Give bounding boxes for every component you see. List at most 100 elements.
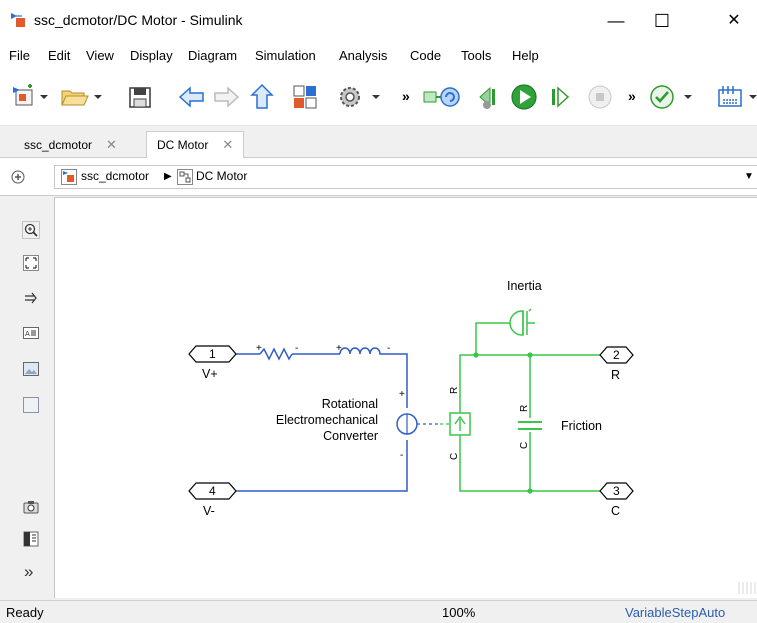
menu-simulation[interactable]: Simulation — [255, 48, 316, 63]
menu-file[interactable]: File — [9, 48, 30, 63]
new-model-icon[interactable] — [10, 82, 56, 112]
model-settings-icon[interactable] — [334, 82, 384, 112]
friction-label: Friction — [561, 419, 602, 433]
inductor[interactable] — [339, 347, 385, 355]
run-icon[interactable] — [508, 82, 540, 112]
step-back-icon[interactable] — [470, 82, 504, 112]
tool-palette: A » — [0, 197, 54, 598]
menu-view[interactable]: View — [86, 48, 114, 63]
check-icon[interactable] — [646, 82, 696, 112]
model-icon — [61, 169, 77, 185]
title-bar: ssc_dcmotor/DC Motor - Simulink — ☐ ✕ — [0, 0, 757, 42]
zoom-level: 100% — [442, 605, 476, 620]
port-3-label: C — [611, 504, 620, 518]
image-icon[interactable] — [23, 361, 39, 377]
tab-dc-motor[interactable]: DC Motor ✕ — [146, 131, 245, 159]
toolbar-overflow-1[interactable]: » — [402, 88, 410, 104]
breadcrumb-separator: ▶ — [164, 171, 172, 182]
inductor-minus: - — [387, 343, 390, 354]
step-forward-icon[interactable] — [544, 82, 576, 112]
diagram-canvas[interactable]: + - + - 1 V+ 4 V- + - Rotational Electro… — [54, 197, 757, 598]
property-inspector-icon[interactable] — [23, 531, 39, 547]
library-browser-icon[interactable] — [290, 82, 324, 112]
port-2-label: R — [611, 368, 620, 382]
tab-ssc-dcmotor[interactable]: ssc_dcmotor ✕ — [14, 132, 127, 158]
port-2-block[interactable]: 2 — [599, 346, 634, 364]
port-2-number: 2 — [613, 348, 620, 362]
breadcrumb-current[interactable]: DC Motor — [196, 169, 247, 183]
breadcrumb-dropdown-icon[interactable]: ▼ — [744, 171, 754, 182]
breadcrumb-root[interactable]: ssc_dcmotor — [81, 169, 149, 183]
annotation-icon[interactable]: A — [23, 325, 39, 341]
maximize-button[interactable]: ☐ — [639, 6, 685, 36]
simulink-app-icon — [11, 13, 25, 27]
minimize-button[interactable]: — — [593, 6, 639, 36]
menu-display[interactable]: Display — [130, 48, 173, 63]
close-tab-icon[interactable]: ✕ — [222, 137, 233, 152]
menu-tools[interactable]: Tools — [461, 48, 491, 63]
screenshot-icon[interactable] — [23, 499, 39, 515]
converter-plus: + — [399, 389, 405, 400]
port-4-number: 4 — [209, 484, 216, 498]
config-icon[interactable] — [715, 82, 757, 112]
menu-diagram[interactable]: Diagram — [188, 48, 237, 63]
hide-explorer-icon[interactable] — [10, 169, 26, 185]
menu-help[interactable]: Help — [512, 48, 539, 63]
model-diagram: + - + - 1 V+ 4 V- + - Rotational Electro… — [188, 279, 756, 594]
up-icon[interactable] — [246, 82, 278, 112]
resize-grip[interactable] — [738, 582, 756, 594]
resistor[interactable] — [259, 347, 293, 361]
toolbar-overflow-2[interactable]: » — [628, 88, 636, 104]
converter-port-c: C — [449, 453, 460, 460]
window-title: ssc_dcmotor/DC Motor - Simulink — [34, 12, 243, 28]
tab-label: ssc_dcmotor — [24, 138, 93, 152]
close-window-button[interactable]: ✕ — [711, 6, 757, 36]
converter-label-line-1: Rotational — [322, 397, 378, 411]
fit-to-view-icon[interactable] — [23, 255, 39, 271]
inertia-block[interactable] — [509, 308, 535, 336]
zoom-icon[interactable] — [22, 221, 40, 239]
svg-text:A: A — [25, 330, 30, 338]
port-1-label: V+ — [202, 367, 218, 381]
port-4-block[interactable]: 4 — [188, 482, 237, 500]
close-tab-icon[interactable]: ✕ — [106, 137, 117, 152]
status-bar: Ready 100% VariableStepAuto — [0, 600, 757, 623]
simulink-window: ssc_dcmotor/DC Motor - Simulink — ☐ ✕ Fi… — [0, 0, 757, 623]
arrow-right-icon[interactable] — [23, 290, 39, 306]
back-icon[interactable] — [176, 82, 208, 112]
friction-port-r: R — [519, 405, 530, 412]
subsystem-icon — [177, 169, 193, 185]
port-3-number: 3 — [613, 484, 620, 498]
resistor-plus: + — [256, 343, 262, 354]
stop-icon — [588, 85, 612, 109]
menu-edit[interactable]: Edit — [48, 48, 70, 63]
save-icon[interactable] — [124, 82, 156, 112]
inductor-plus: + — [336, 343, 342, 354]
menu-code[interactable]: Code — [410, 48, 441, 63]
menu-analysis[interactable]: Analysis — [339, 48, 387, 63]
address-bar: ssc_dcmotor ▶ DC Motor ▼ — [0, 158, 757, 196]
port-1-block[interactable]: 1 — [188, 345, 237, 363]
converter-minus: - — [400, 450, 403, 461]
model-tabs: ssc_dcmotor ✕ DC Motor ✕ — [0, 128, 757, 159]
simulation-stepper-icon[interactable] — [420, 82, 464, 112]
junction-dot — [527, 488, 533, 494]
mechanical-connections — [459, 322, 600, 492]
friction-block[interactable] — [518, 421, 542, 430]
electromechanical-converter[interactable] — [396, 412, 471, 436]
junction-dot — [473, 352, 479, 358]
converter-label-line-3: Converter — [323, 429, 378, 443]
menu-bar: File Edit View Display Diagram Simulatio… — [0, 42, 757, 70]
open-icon[interactable] — [58, 82, 106, 112]
tab-label: DC Motor — [157, 138, 209, 152]
area-icon[interactable] — [23, 397, 39, 413]
solver-link[interactable]: VariableStepAuto — [625, 605, 725, 620]
converter-label-line-2: Electromechanical — [276, 413, 378, 427]
toolbar: » » — [0, 70, 757, 126]
port-3-block[interactable]: 3 — [599, 482, 634, 500]
port-1-number: 1 — [209, 347, 216, 361]
inertia-label: Inertia — [507, 279, 542, 293]
junction-dot — [527, 352, 533, 358]
friction-port-c: C — [519, 442, 530, 449]
collapse-palette-icon[interactable]: » — [24, 562, 33, 582]
